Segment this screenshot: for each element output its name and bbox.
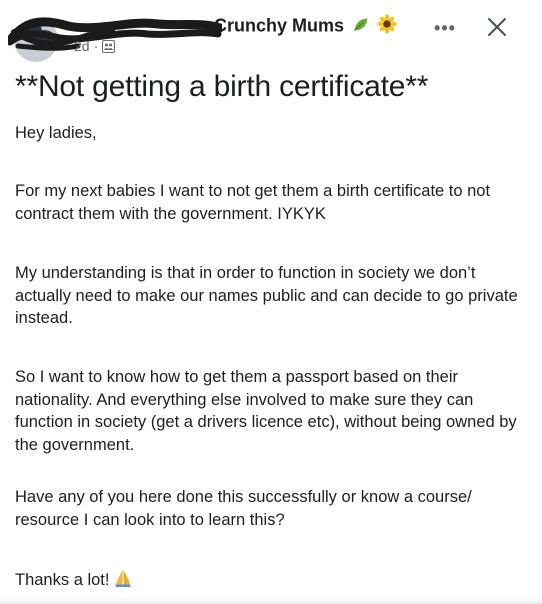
post-paragraph: Hey ladies, <box>15 124 97 142</box>
close-button[interactable] <box>484 14 510 40</box>
group-audience-icon <box>102 39 116 53</box>
leaf-icon <box>352 16 369 38</box>
group-name-text[interactable]: Crunchy Mums <box>214 15 344 35</box>
meta-separator: · <box>93 38 99 54</box>
post-header: Crunchy Mums 2d · ••• <box>0 0 542 62</box>
post-closing-text: Thanks a lot! <box>15 571 110 589</box>
post-paragraph: So I want to know how to get them a pass… <box>15 368 517 454</box>
group-name[interactable]: Crunchy Mums <box>214 14 397 39</box>
post-closing: Thanks a lot! <box>15 568 520 595</box>
post-paragraph: Have any of you here done this successfu… <box>15 488 472 529</box>
post-time[interactable]: 2d <box>74 38 90 54</box>
post-paragraph: For my next babies I want to not get the… <box>15 182 491 223</box>
folded-hands-icon <box>113 568 133 595</box>
post-meta: 2d · <box>74 38 116 54</box>
bottom-edge <box>0 598 542 604</box>
more-icon: ••• <box>434 17 456 38</box>
close-icon <box>488 18 506 36</box>
sunflower-icon <box>377 14 397 39</box>
post-paragraph: My understanding is that in order to fun… <box>15 264 518 327</box>
more-options-button[interactable]: ••• <box>430 16 460 40</box>
post-title: **Not getting a birth certificate** <box>15 70 429 103</box>
